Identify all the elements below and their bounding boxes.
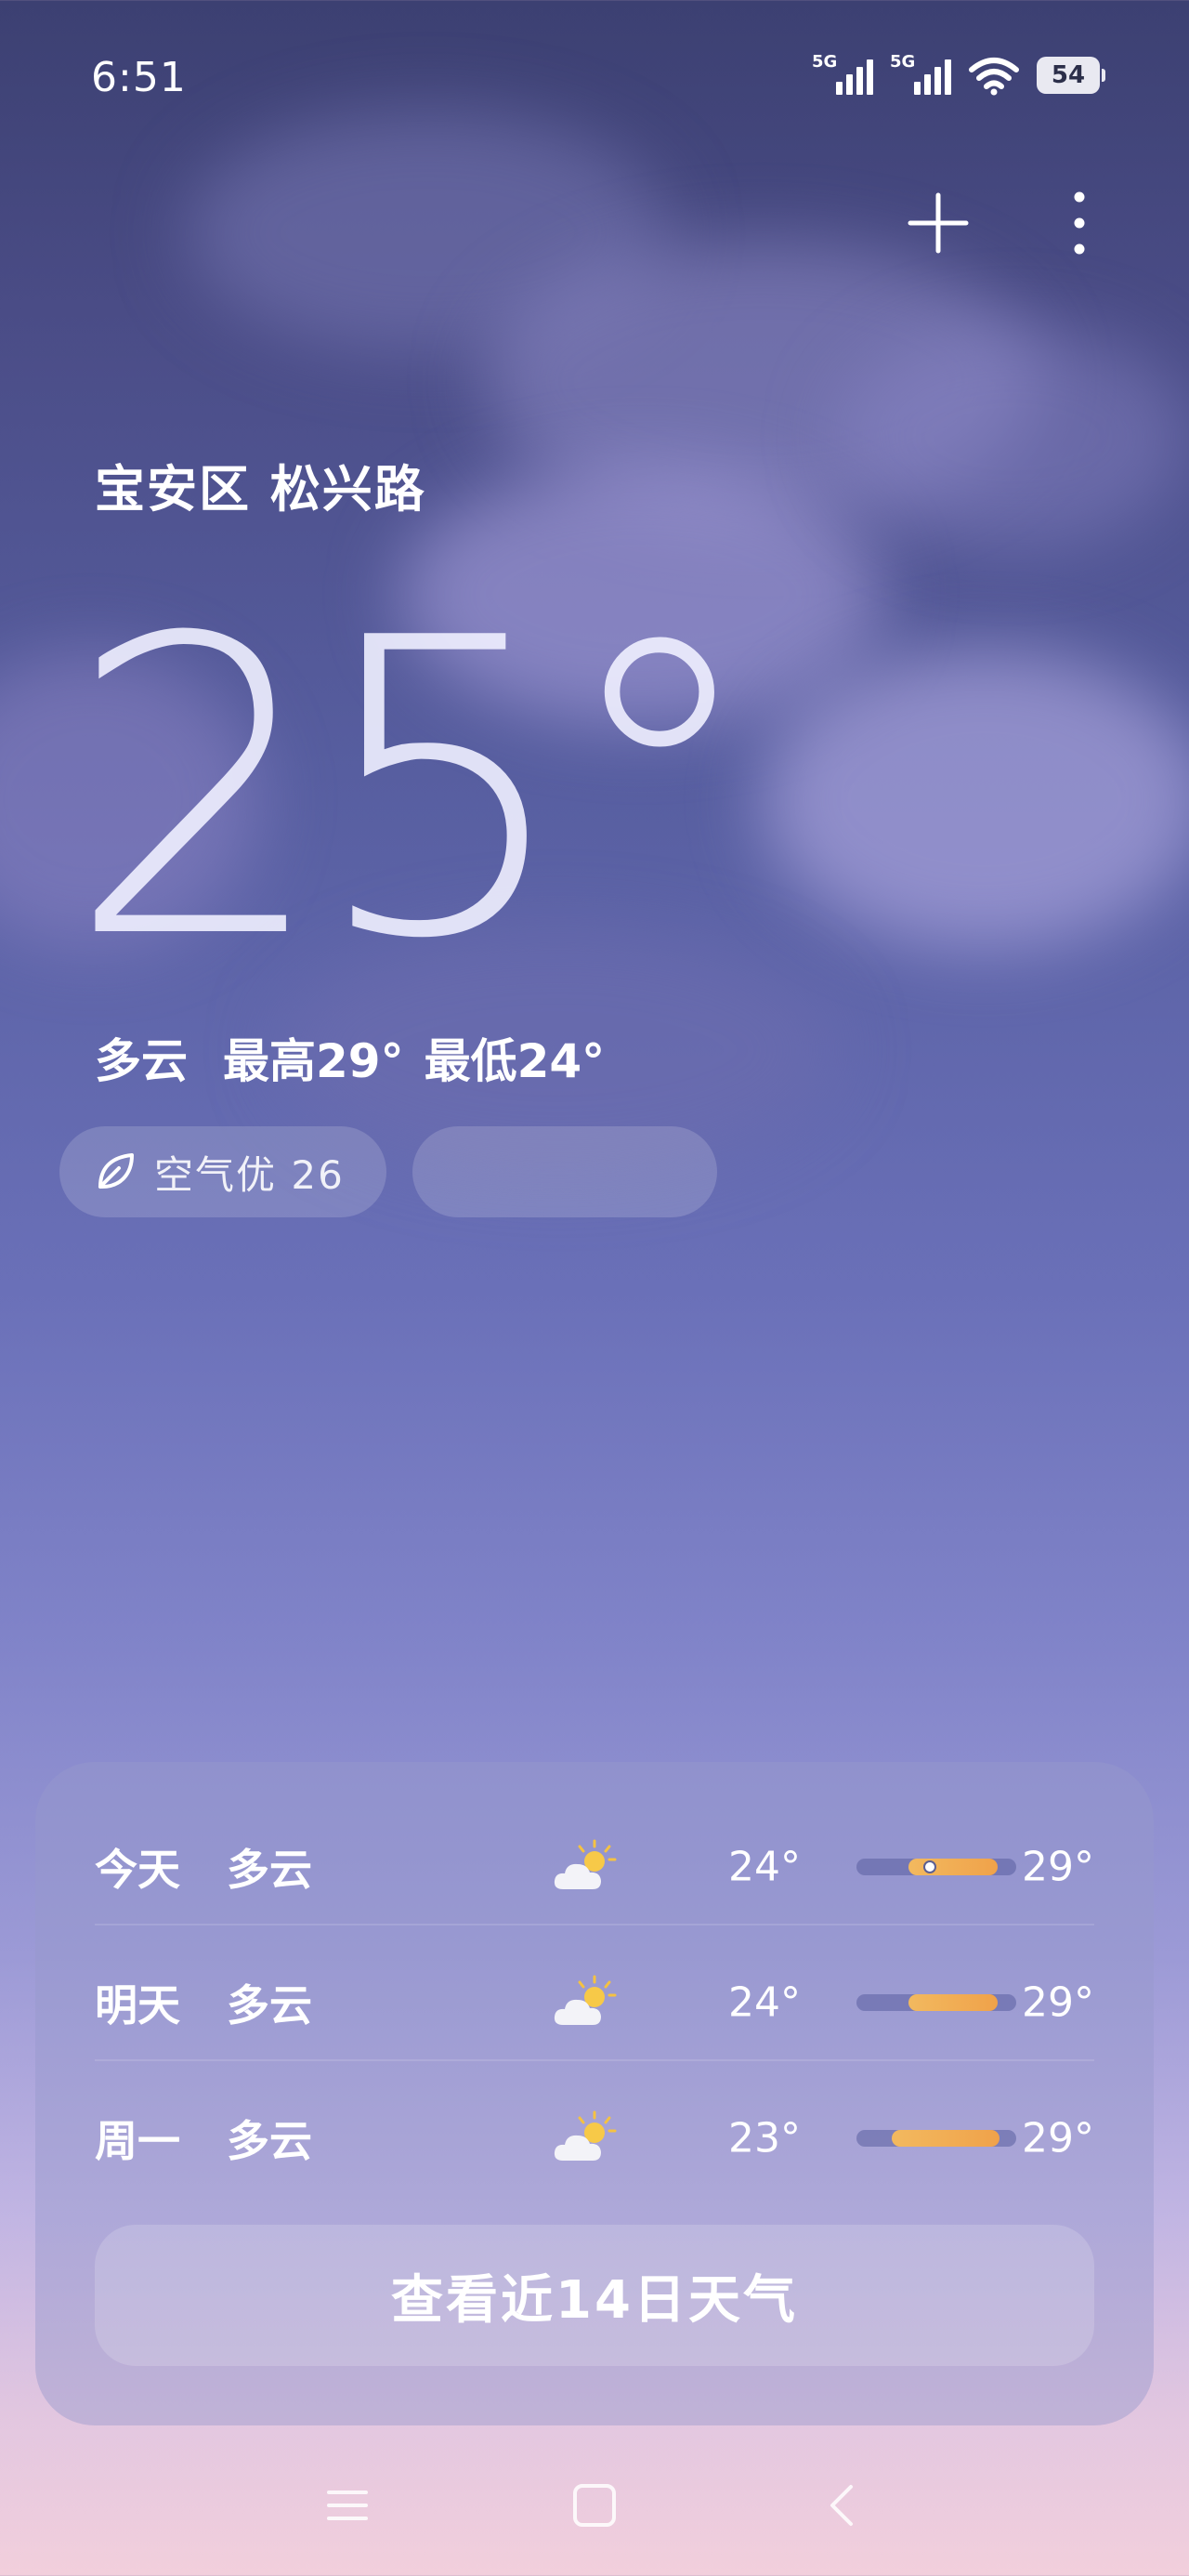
forecast-row-monday[interactable]: 周一 多云 23° 29°: [95, 2070, 1094, 2206]
status-bar: 6:51 5G 5G 54: [0, 0, 1189, 158]
forecast-row-tomorrow[interactable]: 明天 多云 24° 29°: [95, 1935, 1094, 2070]
forecast-day: 明天: [95, 1980, 180, 2031]
sim2-network-label: 5G: [890, 52, 916, 72]
menu-icon[interactable]: [320, 2477, 375, 2533]
more-vertical-icon: [1074, 191, 1085, 255]
battery-icon: 54: [1037, 57, 1105, 94]
partly-cloudy-icon: [554, 1975, 617, 2025]
forecast-day: 今天: [95, 1845, 180, 1895]
more-options-button[interactable]: [1061, 186, 1098, 260]
temperature-range-fill: [908, 1994, 998, 2011]
status-icons: 5G 5G 54: [812, 52, 1105, 97]
wifi-icon: [969, 58, 1019, 96]
temperature-range-bar: [856, 1859, 1016, 1875]
today-low: 最低24°: [424, 1034, 606, 1088]
current-condition: 多云: [95, 1034, 188, 1088]
air-quality-label: 空气优 26: [154, 1151, 345, 1198]
view-14-day-forecast-button[interactable]: 查看近14日天气: [95, 2225, 1094, 2366]
temperature-range-fill: [908, 1859, 998, 1875]
forecast-condition: 多云: [227, 1845, 312, 1895]
plus-icon: [908, 192, 969, 254]
back-icon[interactable]: [814, 2477, 869, 2533]
forecast-day: 周一: [95, 2116, 180, 2166]
partly-cloudy-icon: [554, 2110, 617, 2161]
leaf-icon: [98, 1153, 134, 1189]
forecast-low: 24°: [728, 1843, 801, 1891]
secondary-info-blurred: [457, 1150, 469, 1195]
add-city-button[interactable]: [901, 186, 975, 260]
secondary-info-pill[interactable]: [412, 1126, 717, 1217]
today-high: 最高29°: [223, 1034, 404, 1088]
forecast-condition: 多云: [227, 2116, 312, 2166]
location-name[interactable]: 宝安区 松兴路: [95, 448, 426, 521]
row-divider: [95, 1924, 1094, 1925]
sim1-network-label: 5G: [812, 52, 838, 72]
signal-icon: 5G: [890, 52, 951, 97]
row-divider: [95, 2059, 1094, 2061]
forecast-high: 29°: [1022, 2114, 1094, 2162]
current-temperature-marker: [923, 1860, 936, 1873]
forecast-low: 24°: [728, 1978, 801, 2027]
forecast-high: 29°: [1022, 1843, 1094, 1891]
signal-icon: 5G: [812, 52, 873, 97]
navigation-bar: [0, 2453, 1189, 2556]
forecast-row-today[interactable]: 今天 多云 24° 29°: [95, 1799, 1094, 1935]
partly-cloudy-icon: [554, 1839, 617, 1889]
forecast-high: 29°: [1022, 1978, 1094, 2027]
forecast-condition: 多云: [227, 1980, 312, 2031]
battery-level: 54: [1051, 61, 1086, 89]
status-time: 6:51: [91, 54, 187, 101]
condition-summary: 多云 最高29° 最低24°: [95, 1024, 605, 1091]
forecast-low: 23°: [728, 2114, 801, 2162]
temperature-range-bar: [856, 2130, 1016, 2147]
current-temperature: 25°: [67, 552, 762, 1028]
home-icon[interactable]: [567, 2477, 622, 2533]
forecast-card: 今天 多云 24° 29° 明天 多云 24° 29° 周一 多云 23° 29…: [35, 1762, 1154, 2425]
high-low: 最高29° 最低24°: [223, 1024, 605, 1091]
air-quality-pill[interactable]: 空气优 26: [59, 1126, 386, 1217]
temperature-range-bar: [856, 1994, 1016, 2011]
temperature-range-fill: [892, 2130, 1000, 2147]
